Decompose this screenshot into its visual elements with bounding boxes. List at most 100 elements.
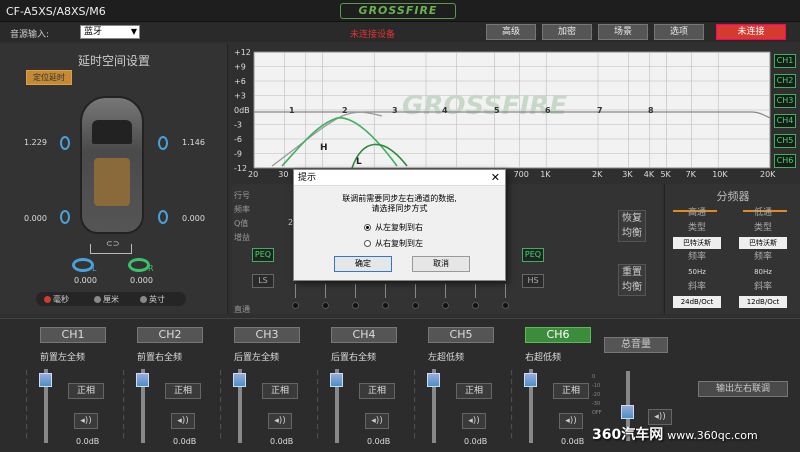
phase-button[interactable]: 正相 [553,383,589,399]
peq-right-button[interactable]: PEQ [522,248,544,262]
reset-eq-button[interactable]: 重置均衡 [618,264,646,296]
phase-button[interactable]: 正相 [456,383,492,399]
eq-band-knob[interactable] [472,302,479,309]
channel-fader-knob[interactable] [330,373,343,387]
eq-point-8[interactable]: 8 [648,106,654,115]
highpass-freq-value[interactable]: 50Hz [671,265,723,280]
lowpass-slope-select[interactable]: 12dB/Oct [739,296,787,308]
channel-fader-knob[interactable] [427,373,440,387]
unit-ms-radio[interactable]: 毫秒 [44,294,69,305]
eq-band-slider[interactable] [355,284,356,298]
mute-button[interactable]: ◂)) [462,413,486,429]
channel-description: 前置右全频 [137,353,183,363]
eq-band-slider[interactable] [415,284,416,298]
mute-button[interactable]: ◂)) [559,413,583,429]
channel-fader-knob[interactable] [524,373,537,387]
mute-button[interactable]: ◂)) [74,413,98,429]
channel-fader-knob[interactable] [136,373,149,387]
delay-panel: 延时空间设置 定位延时 1.229 1.146 0.000 0.000 ⊂⊃ L… [0,44,228,314]
copy-left-to-right-radio[interactable]: 从左复制到右 [364,222,423,233]
sub-left-speaker-icon[interactable] [72,258,94,272]
position-delay-button[interactable]: 定位延时 [26,70,72,85]
highpass-slope-select[interactable]: 24dB/Oct [673,296,721,308]
channel-fader-knob[interactable] [39,373,52,387]
channel-fader-knob[interactable] [233,373,246,387]
rear-left-speaker-icon[interactable] [60,210,70,224]
eq-band-knob[interactable] [442,302,449,309]
channel-name-button[interactable]: CH1 [40,327,106,343]
front-left-speaker-icon[interactable] [60,136,70,150]
sub-right-mark: R [148,264,154,273]
eq-point-3[interactable]: 3 [392,106,398,115]
lowpass-freq-label: 频率 [753,252,772,262]
connect-button[interactable]: 未连接 [716,24,786,40]
eq-band-slider[interactable] [325,284,326,298]
graph-ch5-button[interactable]: CH5 [774,134,796,148]
encrypt-button[interactable]: 加密 [542,24,592,40]
eq-band-slider[interactable] [505,284,506,298]
row-label-freq: 频率 [234,205,250,214]
eq-point-6[interactable]: 6 [545,106,551,115]
graph-ch2-button[interactable]: CH2 [774,74,796,88]
eq-point-4[interactable]: 4 [442,106,448,115]
lowpass-type-select[interactable]: 巴特沃斯 [739,237,787,249]
options-button[interactable]: 选项 [654,24,704,40]
copy-right-to-left-radio[interactable]: 从右复制到左 [364,238,423,249]
graph-ch4-button[interactable]: CH4 [774,114,796,128]
eq-band-knob[interactable] [502,302,509,309]
master-fader-knob[interactable] [621,405,634,419]
eq-band-slider[interactable] [445,284,446,298]
eq-band-knob[interactable] [382,302,389,309]
phase-button[interactable]: 正相 [262,383,298,399]
master-volume-button[interactable]: 总音量 [604,337,668,353]
channel-name-button[interactable]: CH4 [331,327,397,343]
eq-band-knob[interactable] [322,302,329,309]
ok-button[interactable]: 确定 [334,256,392,272]
car-image [80,96,144,234]
front-right-speaker-icon[interactable] [158,136,168,150]
channel-name-button[interactable]: CH2 [137,327,203,343]
graph-ch3-button[interactable]: CH3 [774,94,796,108]
mute-button[interactable]: ◂)) [268,413,292,429]
eq-band-knob[interactable] [412,302,419,309]
mute-button[interactable]: ◂)) [171,413,195,429]
sub-left-mark: L [92,264,97,273]
unit-inch-radio[interactable]: 英寸 [140,294,165,305]
graph-ch6-button[interactable]: CH6 [774,154,796,168]
eq-graph[interactable]: +12+9+6+30dB-3-6-9-12 203040501002003005… [232,44,800,180]
eq-point-2[interactable]: 2 [342,106,348,115]
source-select[interactable]: 蓝牙 ▼ [80,25,140,39]
sub-right-speaker-icon[interactable] [128,258,150,272]
channel-name-button[interactable]: CH6 [525,327,591,343]
output-linked-button[interactable]: 输出左右联调 [698,381,788,397]
phase-button[interactable]: 正相 [68,383,104,399]
channel-name-button[interactable]: CH3 [234,327,300,343]
rear-right-speaker-icon[interactable] [158,210,168,224]
close-icon[interactable]: ✕ [491,170,500,186]
eq-band-knob[interactable] [352,302,359,309]
channel-name-button[interactable]: CH5 [428,327,494,343]
master-mute-button[interactable]: ◂)) [648,409,672,425]
eq-band-knob[interactable] [292,302,299,309]
eq-point-5[interactable]: 5 [494,106,500,115]
eq-point-1[interactable]: 1 [289,106,295,115]
eq-point-7[interactable]: 7 [597,106,603,115]
restore-eq-button[interactable]: 恢复均衡 [618,210,646,242]
low-shelf-button[interactable]: LS [252,274,274,288]
eq-band-slider[interactable] [385,284,386,298]
eq-y-tick: +6 [234,77,246,86]
eq-band-slider[interactable] [475,284,476,298]
advanced-button[interactable]: 高级 [486,24,536,40]
phase-button[interactable]: 正相 [165,383,201,399]
eq-band-slider[interactable] [295,284,296,298]
mute-button[interactable]: ◂)) [365,413,389,429]
graph-ch1-button[interactable]: CH1 [774,54,796,68]
unit-cm-radio[interactable]: 厘米 [94,294,119,305]
phase-button[interactable]: 正相 [359,383,395,399]
high-shelf-button[interactable]: HS [522,274,544,288]
scene-button[interactable]: 场景 [598,24,648,40]
peq-left-button[interactable]: PEQ [252,248,274,262]
cancel-button[interactable]: 取消 [412,256,470,272]
lowpass-freq-value[interactable]: 80Hz [737,265,789,280]
highpass-type-select[interactable]: 巴特沃斯 [673,237,721,249]
